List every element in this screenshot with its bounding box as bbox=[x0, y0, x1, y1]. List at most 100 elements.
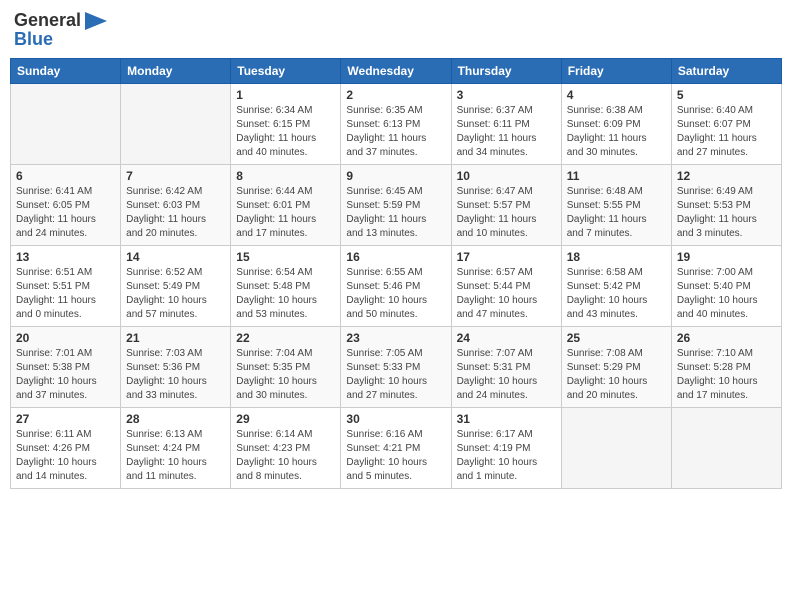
day-number: 2 bbox=[346, 88, 445, 102]
calendar-day-cell bbox=[11, 84, 121, 165]
day-info: Sunrise: 6:16 AM Sunset: 4:21 PM Dayligh… bbox=[346, 428, 445, 484]
calendar-day-cell: 17 Sunrise: 6:57 AM Sunset: 5:44 PM Dayli… bbox=[451, 246, 561, 327]
day-info: Sunrise: 6:41 AM Sunset: 6:05 PM Dayligh… bbox=[16, 185, 115, 241]
day-number: 3 bbox=[457, 88, 556, 102]
calendar-day-cell: 8 Sunrise: 6:44 AM Sunset: 6:01 PM Daylig… bbox=[231, 165, 341, 246]
day-info: Sunrise: 6:44 AM Sunset: 6:01 PM Dayligh… bbox=[236, 185, 335, 241]
day-info: Sunrise: 6:51 AM Sunset: 5:51 PM Dayligh… bbox=[16, 266, 115, 322]
calendar-week-row: 20 Sunrise: 7:01 AM Sunset: 5:38 PM Dayli… bbox=[11, 327, 782, 408]
day-number: 15 bbox=[236, 250, 335, 264]
column-header-saturday: Saturday bbox=[671, 59, 781, 84]
calendar-day-cell: 19 Sunrise: 7:00 AM Sunset: 5:40 PM Dayli… bbox=[671, 246, 781, 327]
day-info: Sunrise: 6:57 AM Sunset: 5:44 PM Dayligh… bbox=[457, 266, 556, 322]
column-header-tuesday: Tuesday bbox=[231, 59, 341, 84]
day-number: 6 bbox=[16, 169, 115, 183]
page-header: General Blue bbox=[10, 10, 782, 50]
calendar-week-row: 13 Sunrise: 6:51 AM Sunset: 5:51 PM Dayli… bbox=[11, 246, 782, 327]
calendar-day-cell: 22Sunrise: 7:04 AM Sunset: 5:35 PM Dayli… bbox=[231, 327, 341, 408]
day-number: 20 bbox=[16, 331, 115, 345]
day-info: Sunrise: 6:11 AM Sunset: 4:26 PM Dayligh… bbox=[16, 428, 115, 484]
day-number: 1 bbox=[236, 88, 335, 102]
day-info: Sunrise: 7:04 AM Sunset: 5:35 PM Dayligh… bbox=[236, 347, 335, 403]
calendar-day-cell: 2 Sunrise: 6:35 AM Sunset: 6:13 PM Daylig… bbox=[341, 84, 451, 165]
calendar-day-cell: 11Sunrise: 6:48 AM Sunset: 5:55 PM Dayli… bbox=[561, 165, 671, 246]
calendar-day-cell: 24Sunrise: 7:07 AM Sunset: 5:31 PM Dayli… bbox=[451, 327, 561, 408]
column-header-monday: Monday bbox=[121, 59, 231, 84]
calendar-header-row: SundayMondayTuesdayWednesdayThursdayFrid… bbox=[11, 59, 782, 84]
day-number: 5 bbox=[677, 88, 776, 102]
calendar-week-row: 27 Sunrise: 6:11 AM Sunset: 4:26 PM Dayli… bbox=[11, 408, 782, 489]
calendar-day-cell: 12 Sunrise: 6:49 AM Sunset: 5:53 PM Dayli… bbox=[671, 165, 781, 246]
logo: General Blue bbox=[14, 10, 107, 50]
day-number: 30 bbox=[346, 412, 445, 426]
calendar-day-cell bbox=[561, 408, 671, 489]
calendar-day-cell: 25 Sunrise: 7:08 AM Sunset: 5:29 PM Dayli… bbox=[561, 327, 671, 408]
day-info: Sunrise: 6:13 AM Sunset: 4:24 PM Dayligh… bbox=[126, 428, 225, 484]
day-info: Sunrise: 6:49 AM Sunset: 5:53 PM Dayligh… bbox=[677, 185, 776, 241]
calendar-day-cell: 10 Sunrise: 6:47 AM Sunset: 5:57 PM Dayli… bbox=[451, 165, 561, 246]
day-number: 16 bbox=[346, 250, 445, 264]
calendar-week-row: 6 Sunrise: 6:41 AM Sunset: 6:05 PM Daylig… bbox=[11, 165, 782, 246]
calendar-day-cell: 23Sunrise: 7:05 AM Sunset: 5:33 PM Dayli… bbox=[341, 327, 451, 408]
day-number: 19 bbox=[677, 250, 776, 264]
calendar-day-cell: 7Sunrise: 6:42 AM Sunset: 6:03 PM Daylig… bbox=[121, 165, 231, 246]
logo-flag-icon bbox=[85, 12, 107, 30]
day-number: 4 bbox=[567, 88, 666, 102]
day-info: Sunrise: 7:00 AM Sunset: 5:40 PM Dayligh… bbox=[677, 266, 776, 322]
day-info: Sunrise: 6:34 AM Sunset: 6:15 PM Dayligh… bbox=[236, 104, 335, 160]
day-info: Sunrise: 6:58 AM Sunset: 5:42 PM Dayligh… bbox=[567, 266, 666, 322]
day-number: 25 bbox=[567, 331, 666, 345]
day-info: Sunrise: 6:14 AM Sunset: 4:23 PM Dayligh… bbox=[236, 428, 335, 484]
day-number: 9 bbox=[346, 169, 445, 183]
calendar-day-cell: 31 Sunrise: 6:17 AM Sunset: 4:19 PM Dayli… bbox=[451, 408, 561, 489]
calendar-day-cell: 3 Sunrise: 6:37 AM Sunset: 6:11 PM Daylig… bbox=[451, 84, 561, 165]
calendar-day-cell: 20 Sunrise: 7:01 AM Sunset: 5:38 PM Dayli… bbox=[11, 327, 121, 408]
day-number: 18 bbox=[567, 250, 666, 264]
calendar-day-cell: 6 Sunrise: 6:41 AM Sunset: 6:05 PM Daylig… bbox=[11, 165, 121, 246]
calendar-day-cell: 18 Sunrise: 6:58 AM Sunset: 5:42 PM Dayli… bbox=[561, 246, 671, 327]
calendar-day-cell: 21 Sunrise: 7:03 AM Sunset: 5:36 PM Dayli… bbox=[121, 327, 231, 408]
column-header-sunday: Sunday bbox=[11, 59, 121, 84]
day-info: Sunrise: 6:17 AM Sunset: 4:19 PM Dayligh… bbox=[457, 428, 556, 484]
calendar-day-cell bbox=[671, 408, 781, 489]
day-info: Sunrise: 7:01 AM Sunset: 5:38 PM Dayligh… bbox=[16, 347, 115, 403]
day-info: Sunrise: 6:38 AM Sunset: 6:09 PM Dayligh… bbox=[567, 104, 666, 160]
column-header-wednesday: Wednesday bbox=[341, 59, 451, 84]
day-number: 8 bbox=[236, 169, 335, 183]
day-info: Sunrise: 6:47 AM Sunset: 5:57 PM Dayligh… bbox=[457, 185, 556, 241]
day-number: 26 bbox=[677, 331, 776, 345]
day-info: Sunrise: 6:55 AM Sunset: 5:46 PM Dayligh… bbox=[346, 266, 445, 322]
calendar-day-cell: 27 Sunrise: 6:11 AM Sunset: 4:26 PM Dayli… bbox=[11, 408, 121, 489]
calendar-day-cell: 26 Sunrise: 7:10 AM Sunset: 5:28 PM Dayli… bbox=[671, 327, 781, 408]
calendar-day-cell: 14Sunrise: 6:52 AM Sunset: 5:49 PM Dayli… bbox=[121, 246, 231, 327]
calendar-day-cell: 16 Sunrise: 6:55 AM Sunset: 5:46 PM Dayli… bbox=[341, 246, 451, 327]
day-number: 28 bbox=[126, 412, 225, 426]
calendar-day-cell: 30 Sunrise: 6:16 AM Sunset: 4:21 PM Dayli… bbox=[341, 408, 451, 489]
day-info: Sunrise: 6:35 AM Sunset: 6:13 PM Dayligh… bbox=[346, 104, 445, 160]
day-info: Sunrise: 6:40 AM Sunset: 6:07 PM Dayligh… bbox=[677, 104, 776, 160]
column-header-friday: Friday bbox=[561, 59, 671, 84]
day-info: Sunrise: 7:05 AM Sunset: 5:33 PM Dayligh… bbox=[346, 347, 445, 403]
logo-blue-text: Blue bbox=[14, 29, 53, 50]
day-info: Sunrise: 6:45 AM Sunset: 5:59 PM Dayligh… bbox=[346, 185, 445, 241]
day-number: 27 bbox=[16, 412, 115, 426]
day-info: Sunrise: 7:07 AM Sunset: 5:31 PM Dayligh… bbox=[457, 347, 556, 403]
calendar-day-cell: 15Sunrise: 6:54 AM Sunset: 5:48 PM Dayli… bbox=[231, 246, 341, 327]
day-info: Sunrise: 7:10 AM Sunset: 5:28 PM Dayligh… bbox=[677, 347, 776, 403]
day-info: Sunrise: 7:08 AM Sunset: 5:29 PM Dayligh… bbox=[567, 347, 666, 403]
calendar-day-cell bbox=[121, 84, 231, 165]
calendar-day-cell: 28 Sunrise: 6:13 AM Sunset: 4:24 PM Dayli… bbox=[121, 408, 231, 489]
day-number: 10 bbox=[457, 169, 556, 183]
day-number: 12 bbox=[677, 169, 776, 183]
day-info: Sunrise: 6:37 AM Sunset: 6:11 PM Dayligh… bbox=[457, 104, 556, 160]
day-number: 21 bbox=[126, 331, 225, 345]
column-header-thursday: Thursday bbox=[451, 59, 561, 84]
calendar-day-cell: 29Sunrise: 6:14 AM Sunset: 4:23 PM Dayli… bbox=[231, 408, 341, 489]
day-number: 13 bbox=[16, 250, 115, 264]
day-info: Sunrise: 7:03 AM Sunset: 5:36 PM Dayligh… bbox=[126, 347, 225, 403]
day-number: 17 bbox=[457, 250, 556, 264]
calendar-week-row: 1 Sunrise: 6:34 AM Sunset: 6:15 PM Daylig… bbox=[11, 84, 782, 165]
day-number: 31 bbox=[457, 412, 556, 426]
calendar-day-cell: 4 Sunrise: 6:38 AM Sunset: 6:09 PM Daylig… bbox=[561, 84, 671, 165]
logo-general-text: General bbox=[14, 10, 81, 31]
